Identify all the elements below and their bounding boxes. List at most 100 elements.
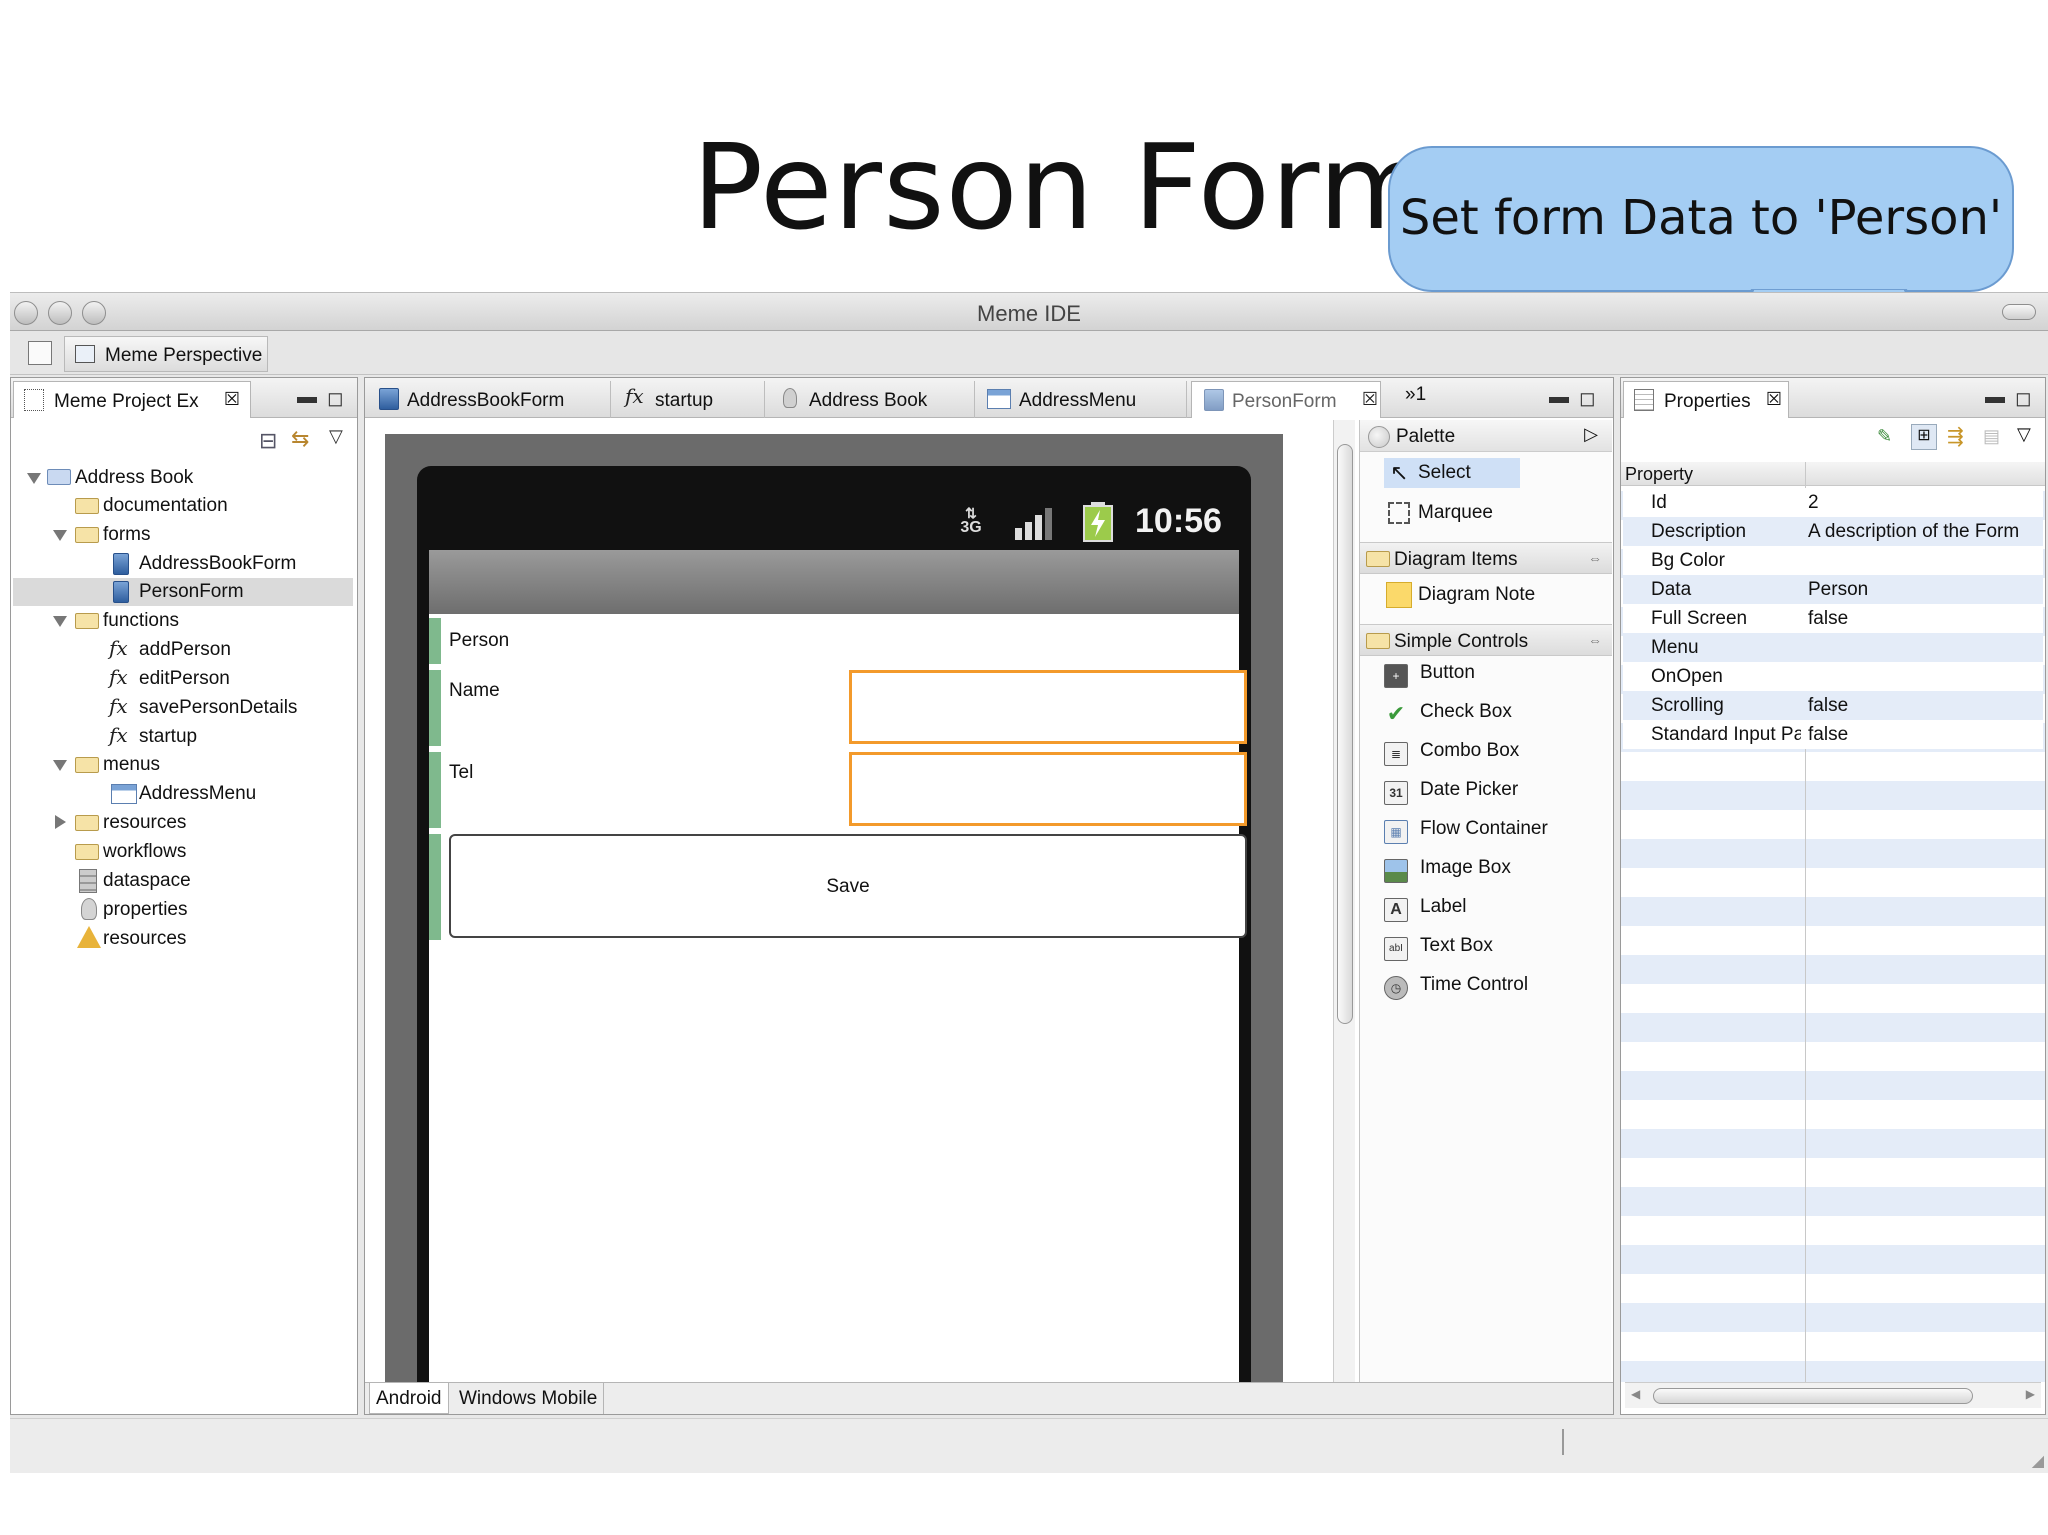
link-with-editor-icon[interactable]: ⇆: [291, 426, 309, 452]
tab-address-book[interactable]: Address Book: [769, 381, 975, 418]
property-row-data[interactable]: Data Person: [1623, 575, 2043, 604]
palette-item-date-picker[interactable]: 31 Date Picker: [1384, 779, 1594, 809]
property-value[interactable]: false: [1808, 608, 2038, 630]
palette-item-text-box[interactable]: abI Text Box: [1384, 935, 1594, 965]
tel-input[interactable]: [849, 752, 1247, 826]
maximize-icon[interactable]: ◻: [1579, 386, 1596, 411]
minimize-icon[interactable]: ▬: [297, 386, 317, 409]
tree-item-savepersondetails[interactable]: fx savePersonDetails: [25, 694, 355, 722]
palette-item-image-box[interactable]: Image Box: [1384, 857, 1594, 887]
properties-horizontal-scrollbar[interactable]: ◀ ▶: [1625, 1382, 2041, 1408]
close-icon[interactable]: ☒: [1766, 389, 1782, 410]
scroll-right-icon[interactable]: ▶: [2026, 1387, 2035, 1401]
tree-item-personform[interactable]: PersonForm: [13, 578, 353, 606]
property-row-id[interactable]: Id 2: [1623, 488, 2043, 517]
tree-item-properties[interactable]: properties: [25, 896, 355, 924]
tree-item-startup[interactable]: fx startup: [25, 723, 355, 751]
palette-tool-marquee[interactable]: Marquee: [1384, 498, 1584, 528]
tab-project-explorer[interactable]: Meme Project Ex ☒: [13, 381, 251, 418]
tree-item-addressmenu[interactable]: AddressMenu: [25, 780, 355, 808]
expand-arrow-icon[interactable]: [53, 530, 67, 541]
tab-overflow-button[interactable]: »1: [1405, 384, 1426, 406]
pin-view-icon[interactable]: ✎: [1877, 426, 1892, 447]
tree-item-resources[interactable]: resources: [25, 925, 355, 953]
property-value[interactable]: A description of the Form: [1808, 521, 2038, 543]
maximize-icon[interactable]: ◻: [2015, 386, 2032, 411]
property-value[interactable]: false: [1808, 724, 2038, 746]
tab-addressmenu[interactable]: AddressMenu: [979, 381, 1187, 418]
filter-icon[interactable]: ⇶: [1947, 424, 1964, 449]
tree-item-label: AddressBookForm: [139, 553, 297, 574]
property-value[interactable]: false: [1808, 695, 2038, 717]
palette-item-button[interactable]: + Button: [1384, 662, 1594, 692]
tab-addressbookform[interactable]: AddressBookForm: [367, 381, 611, 418]
view-menu-icon[interactable]: ▽: [2017, 424, 2031, 445]
scrollbar-thumb[interactable]: [1653, 1388, 1973, 1404]
property-name: Description: [1651, 521, 1747, 542]
property-column-header[interactable]: Property: [1621, 462, 2045, 486]
collapse-palette-icon[interactable]: ▷: [1584, 424, 1598, 445]
scrollbar-thumb[interactable]: [1337, 444, 1353, 1024]
expand-arrow-icon[interactable]: [53, 616, 67, 627]
minimize-icon[interactable]: ▬: [1549, 386, 1569, 409]
palette-item-check-box[interactable]: ✔ Check Box: [1384, 701, 1594, 731]
name-label: Name: [449, 680, 500, 701]
lightbulb-icon: [783, 388, 797, 408]
property-row-standard-input-panel[interactable]: Standard Input Panel false: [1623, 720, 2043, 749]
palette-item-combo-box[interactable]: ≣ Combo Box: [1384, 740, 1594, 770]
drawer-diagram-items[interactable]: Diagram Items ⇔: [1360, 542, 1612, 574]
close-icon[interactable]: ☒: [224, 389, 240, 410]
tree-item-dataspace[interactable]: dataspace: [25, 867, 355, 895]
property-value[interactable]: 2: [1808, 492, 2038, 514]
categories-icon[interactable]: ⊞: [1911, 424, 1937, 450]
property-row-scrolling[interactable]: Scrolling false: [1623, 691, 2043, 720]
tree-item-editperson[interactable]: fx editPerson: [25, 665, 355, 693]
tree-item-forms[interactable]: forms: [25, 521, 355, 549]
tab-startup[interactable]: fx startup: [615, 381, 765, 418]
tree-item-resources-folder[interactable]: resources: [25, 809, 355, 837]
collapse-arrow-icon[interactable]: [55, 815, 66, 829]
save-button[interactable]: Save: [449, 834, 1247, 938]
close-icon[interactable]: ☒: [1362, 389, 1378, 410]
tab-properties[interactable]: Properties ☒: [1623, 381, 1789, 418]
tab-android[interactable]: Android: [369, 1383, 449, 1414]
pin-icon[interactable]: ⇔: [1588, 550, 1602, 566]
property-row-description[interactable]: Description A description of the Form: [1623, 517, 2043, 546]
palette-tool-select[interactable]: ↖ Select: [1384, 458, 1520, 488]
view-menu-icon[interactable]: ▽: [329, 426, 343, 447]
open-perspective-icon[interactable]: [28, 341, 52, 365]
palette-item-diagram-note[interactable]: Diagram Note: [1384, 580, 1594, 610]
property-value[interactable]: Person: [1808, 579, 2038, 601]
pin-icon[interactable]: ⇔: [1588, 632, 1602, 648]
tree-item-documentation[interactable]: documentation: [25, 492, 355, 520]
maximize-icon[interactable]: ◻: [327, 386, 344, 411]
collapse-all-icon[interactable]: ⊟: [259, 428, 277, 454]
resize-grip-icon[interactable]: ◢: [2032, 1451, 2044, 1471]
tree-item-menus[interactable]: menus: [25, 751, 355, 779]
scroll-left-icon[interactable]: ◀: [1631, 1387, 1640, 1401]
editor-scrollbar[interactable]: [1333, 420, 1355, 1384]
palette-item-label[interactable]: A Label: [1384, 896, 1594, 926]
palette-item-flow-container[interactable]: ▦ Flow Container: [1384, 818, 1594, 848]
tree-item-addperson[interactable]: fx addPerson: [25, 636, 355, 664]
property-row-onopen[interactable]: OnOpen: [1623, 662, 2043, 691]
restore-default-icon[interactable]: ▤: [1983, 426, 2000, 447]
tree-item-address-book[interactable]: Address Book: [25, 464, 355, 492]
minimize-icon[interactable]: ▬: [1985, 386, 2005, 409]
name-input[interactable]: [849, 670, 1247, 744]
property-row-full-screen[interactable]: Full Screen false: [1623, 604, 2043, 633]
property-row-menu[interactable]: Menu: [1623, 633, 2043, 662]
perspective-button[interactable]: Meme Perspective: [64, 336, 268, 372]
property-row-bg-color[interactable]: Bg Color: [1623, 546, 2043, 575]
palette-item-time-control[interactable]: ◷ Time Control: [1384, 974, 1594, 1004]
toolbar-toggle-button[interactable]: [2002, 304, 2036, 320]
palette-header[interactable]: Palette ▷: [1360, 420, 1612, 452]
expand-arrow-icon[interactable]: [53, 760, 67, 771]
tab-windows-mobile[interactable]: Windows Mobile: [453, 1383, 605, 1414]
drawer-simple-controls[interactable]: Simple Controls ⇔: [1360, 624, 1612, 656]
expand-arrow-icon[interactable]: [27, 473, 41, 484]
tree-item-addressbookform[interactable]: AddressBookForm: [25, 550, 355, 578]
tree-item-functions[interactable]: functions: [25, 607, 355, 635]
tree-item-workflows[interactable]: workflows: [25, 838, 355, 866]
tab-personform[interactable]: PersonForm ☒: [1191, 381, 1381, 418]
